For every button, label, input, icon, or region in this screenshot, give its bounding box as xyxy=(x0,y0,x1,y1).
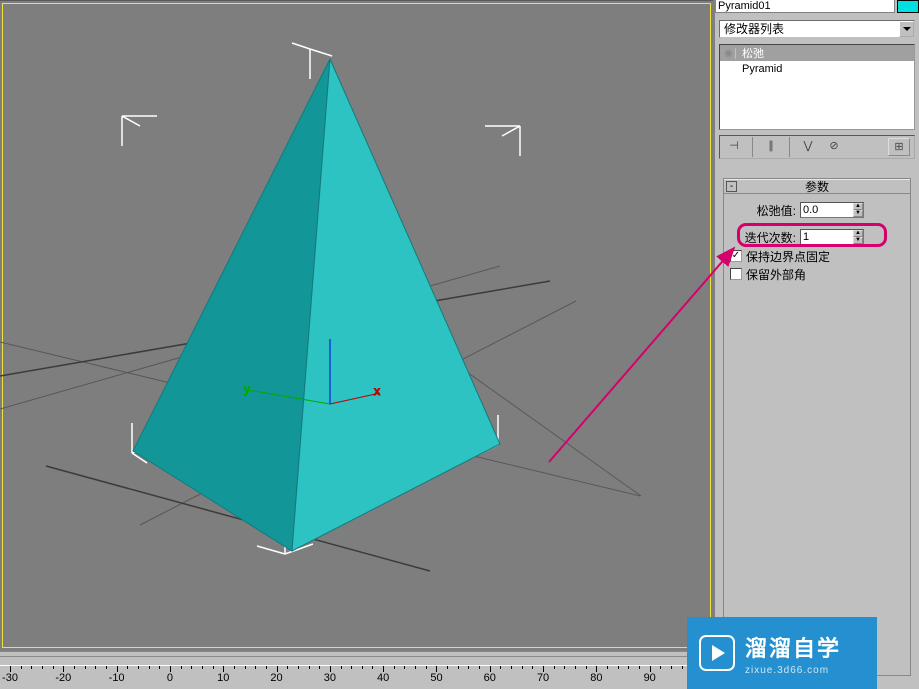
pyramid-scene: x y xyxy=(0,1,713,651)
ruler-tick-label: 20 xyxy=(270,672,282,684)
ruler-tick-label: 90 xyxy=(644,672,656,684)
ruler-tick-label: 80 xyxy=(590,672,602,684)
stack-item-relax[interactable]: ◉ 松弛 xyxy=(720,45,914,61)
remove-modifier-icon[interactable]: ⊘ xyxy=(824,138,844,156)
timeline-ruler[interactable]: -30-20-100102030405060708090100 xyxy=(0,651,713,689)
spinner-down-icon[interactable]: ▼ xyxy=(853,237,863,244)
ruler-tick-label: -10 xyxy=(109,672,125,684)
modifier-stack[interactable]: ◉ 松弛 Pyramid xyxy=(719,44,915,130)
configure-sets-icon[interactable]: ⊞ xyxy=(888,138,910,156)
spinner-up-icon[interactable]: ▲ xyxy=(853,230,863,237)
svg-text:y: y xyxy=(244,382,250,396)
ruler-tick-label: 50 xyxy=(430,672,442,684)
save-outer-row[interactable]: 保留外部角 xyxy=(724,265,910,283)
relax-value-input[interactable] xyxy=(801,203,853,217)
object-color-swatch[interactable] xyxy=(897,0,919,13)
parameters-rollout: - 参数 松弛值: ▲ ▼ 迭代次数: ▲ ▼ xyxy=(723,178,911,676)
spinner-down-icon[interactable]: ▼ xyxy=(853,210,863,217)
checkbox-checked-icon[interactable]: ✓ xyxy=(730,250,742,262)
pin-stack-icon[interactable]: ⊣ xyxy=(724,138,744,156)
relax-value-spinner[interactable]: ▲ ▼ xyxy=(800,202,864,218)
iterations-label: 迭代次数: xyxy=(730,229,800,246)
show-end-result-icon[interactable]: ∥ xyxy=(761,138,781,156)
stack-item-pyramid[interactable]: Pyramid xyxy=(720,61,914,77)
chevron-down-icon[interactable] xyxy=(899,21,914,37)
object-name-input[interactable] xyxy=(715,0,895,13)
ruler-tick-label: 40 xyxy=(377,672,389,684)
bulb-icon: ◉ xyxy=(722,48,736,59)
checkbox-unchecked-icon[interactable] xyxy=(730,268,742,280)
command-panel: 修改器列表 ◉ 松弛 Pyramid ⊣ ∥ ⋁ ⊘ ⊞ - 参数 xyxy=(713,0,919,689)
watermark: 溜溜自学 zixue.3d66.com xyxy=(687,617,877,689)
relax-value-label: 松弛值: xyxy=(730,202,800,219)
iterations-spinner[interactable]: ▲ ▼ xyxy=(800,229,864,245)
ruler-tick-label: 70 xyxy=(537,672,549,684)
ruler-tick-label: 60 xyxy=(484,672,496,684)
iterations-input[interactable] xyxy=(801,230,853,244)
stack-toolbar: ⊣ ∥ ⋁ ⊘ ⊞ xyxy=(719,135,915,159)
ruler-tick-label: -30 xyxy=(2,672,18,684)
ruler-tick-label: 0 xyxy=(167,672,173,684)
keep-boundary-row[interactable]: ✓ 保持边界点固定 xyxy=(724,247,910,265)
ruler-tick-label: 10 xyxy=(217,672,229,684)
modifier-list-dropdown[interactable]: 修改器列表 xyxy=(719,20,915,38)
ruler-track[interactable] xyxy=(0,656,713,666)
make-unique-icon[interactable]: ⋁ xyxy=(798,138,818,156)
minus-icon[interactable]: - xyxy=(726,181,737,192)
spinner-up-icon[interactable]: ▲ xyxy=(853,203,863,210)
rollout-header[interactable]: - 参数 xyxy=(724,179,910,194)
ruler-tick-label: 30 xyxy=(324,672,336,684)
ruler-tick-label: -20 xyxy=(55,672,71,684)
viewport[interactable]: x y xyxy=(0,0,713,650)
play-icon xyxy=(699,635,735,671)
svg-text:x: x xyxy=(374,384,380,398)
